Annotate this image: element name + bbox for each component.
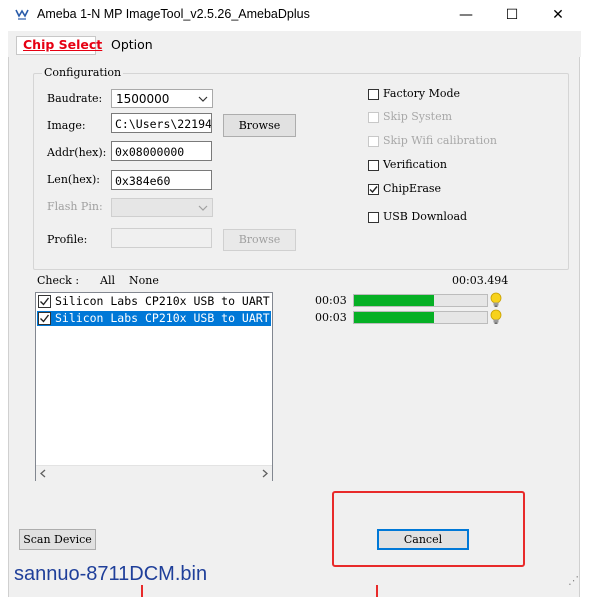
scan-device-button[interactable]: Scan Device	[19, 529, 96, 550]
check-label: Check :	[37, 274, 80, 287]
background-window-edge-right	[579, 30, 589, 597]
len-value: 0x384e60	[115, 174, 171, 188]
menu-chip-select[interactable]: Chip Select	[23, 37, 102, 52]
factory-mode-label: Factory Mode	[383, 87, 461, 100]
flash-pin-select[interactable]	[111, 198, 213, 217]
resize-grip-icon[interactable]: ⋰	[568, 574, 579, 587]
lightbulb-icon	[490, 292, 502, 307]
skip-system-label: Skip System	[383, 110, 453, 123]
check-all-link[interactable]: All	[100, 274, 115, 287]
addr-value: 0x08000000	[115, 145, 185, 159]
progress-fill	[354, 295, 434, 306]
configuration-legend: Configuration	[42, 66, 124, 79]
chevron-down-icon	[198, 205, 208, 211]
profile-field[interactable]	[111, 228, 212, 248]
baudrate-select[interactable]: 1500000	[111, 89, 213, 108]
elapsed-time: 00:03.494	[452, 274, 509, 287]
background-annotation-line	[141, 585, 143, 597]
addr-field[interactable]: 0x08000000	[111, 141, 212, 161]
skip-system-checkbox[interactable]	[368, 112, 379, 123]
image-path-value: C:\Users\22194\D	[115, 117, 212, 131]
browse-profile-button[interactable]: Browse	[223, 229, 296, 251]
horizontal-scrollbar[interactable]	[36, 465, 272, 481]
usb-download-label: USB Download	[383, 210, 468, 223]
usb-download-checkbox[interactable]	[368, 212, 379, 223]
device-time: 00:03	[315, 311, 347, 324]
device-name: Silicon Labs CP210x USB to UART	[55, 311, 270, 325]
background-window-edge	[0, 0, 9, 597]
device-progress-bar	[353, 311, 488, 324]
flash-pin-label: Flash Pin:	[47, 200, 103, 213]
image-path-field[interactable]: C:\Users\22194\D	[111, 113, 212, 133]
device-name: Silicon Labs CP210x USB to UART	[55, 294, 270, 308]
skip-wifi-calibration-checkbox[interactable]	[368, 136, 379, 147]
len-label: Len(hex):	[47, 173, 100, 186]
lightbulb-icon	[490, 309, 502, 324]
browse-image-button[interactable]: Browse	[223, 114, 296, 137]
profile-label: Profile:	[47, 233, 88, 246]
progress-fill	[354, 312, 434, 323]
window-title: Ameba 1-N MP ImageTool_v2.5.26_AmebaDplu…	[37, 7, 310, 21]
device-progress-bar	[353, 294, 488, 307]
maximize-button[interactable]: ☐	[489, 0, 535, 31]
chip-erase-label: ChipErase	[383, 182, 442, 195]
menu-option[interactable]: Option	[111, 37, 153, 52]
len-field[interactable]: 0x384e60	[111, 170, 212, 190]
device-time: 00:03	[315, 294, 347, 307]
list-item[interactable]: Silicon Labs CP210x USB to UART	[37, 294, 271, 309]
close-button[interactable]: ✕	[535, 0, 581, 31]
verification-label: Verification	[383, 158, 447, 171]
chevron-left-icon[interactable]	[39, 469, 47, 478]
file-name-caption: sannuo-8711DCM.bin	[14, 563, 208, 585]
minimize-button[interactable]: —	[443, 0, 489, 31]
skip-wifi-calibration-label: Skip Wifi calibration	[383, 134, 497, 147]
device-checkbox[interactable]	[38, 312, 51, 325]
image-label: Image:	[47, 119, 86, 132]
chevron-right-icon[interactable]	[261, 469, 269, 478]
baudrate-value: 1500000	[116, 92, 170, 106]
device-checkbox[interactable]	[38, 295, 51, 308]
factory-mode-checkbox[interactable]	[368, 89, 379, 100]
background-annotation-line	[376, 585, 378, 597]
verification-checkbox[interactable]	[368, 160, 379, 171]
checkmark-icon	[369, 186, 378, 194]
list-item[interactable]: Silicon Labs CP210x USB to UART	[37, 311, 271, 326]
checkmark-icon	[40, 314, 50, 323]
chip-erase-checkbox[interactable]	[368, 184, 379, 195]
checkmark-icon	[40, 297, 50, 306]
check-none-link[interactable]: None	[129, 274, 159, 287]
baudrate-label: Baudrate:	[47, 92, 103, 105]
app-logo-icon	[15, 9, 29, 20]
highlight-annotation	[332, 491, 525, 567]
addr-label: Addr(hex):	[47, 146, 107, 159]
chevron-down-icon	[198, 96, 208, 102]
